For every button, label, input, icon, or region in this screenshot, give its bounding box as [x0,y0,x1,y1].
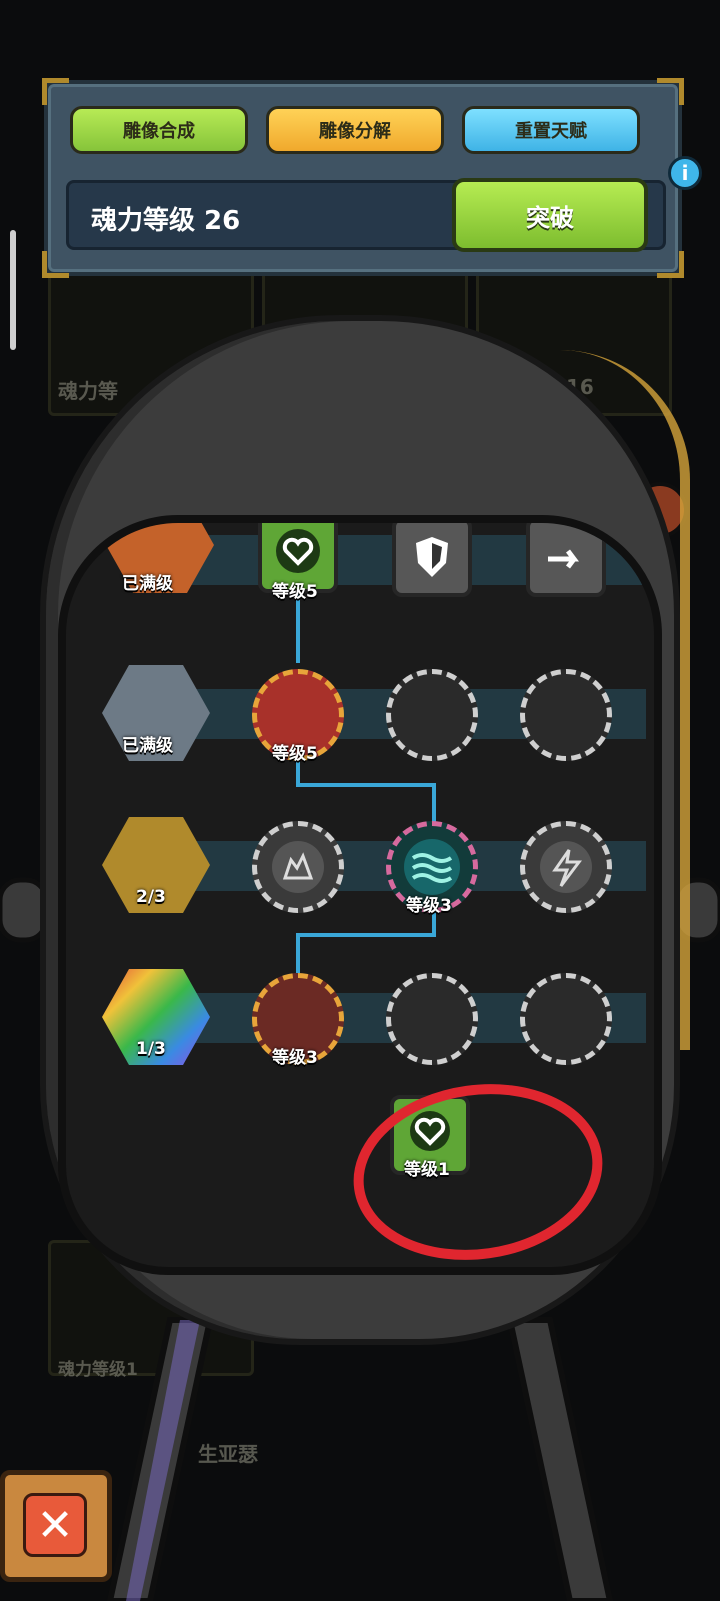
annotation-circle [353,1084,603,1260]
close-button[interactable]: ✕ [0,1470,112,1582]
close-icon: ✕ [23,1493,87,1557]
